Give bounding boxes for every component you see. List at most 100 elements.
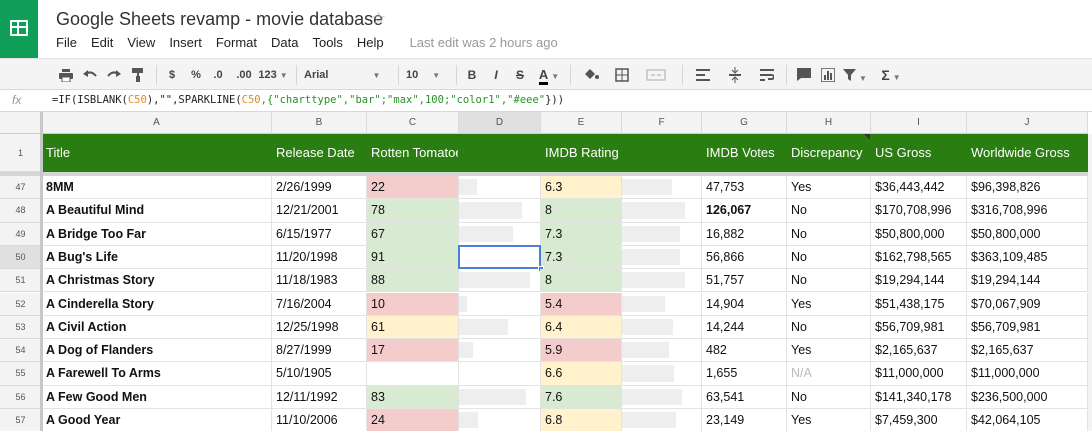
menu-edit[interactable]: Edit [91,35,113,50]
sheets-logo-icon[interactable] [0,0,38,58]
row-header[interactable]: 51 [0,269,42,293]
cell-imdb-votes[interactable]: 1,655 [702,362,787,386]
cell-imdb-rating[interactable]: 7.6 [541,385,622,409]
cell-rt-sparkline[interactable] [459,292,541,316]
note-indicator-icon[interactable] [864,134,870,140]
cell-rt-sparkline[interactable] [459,385,541,409]
paint-format-icon[interactable] [128,59,148,91]
cell-title[interactable]: A Dog of Flanders [42,339,272,363]
cell-release-date[interactable]: 11/10/2006 [272,409,367,431]
cell-title[interactable]: A Cinderella Story [42,292,272,316]
cell-worldwide-gross[interactable]: $70,067,909 [967,292,1088,316]
select-all-corner[interactable] [0,112,42,134]
cell-rotten-tomatoes-rating[interactable]: 67 [367,222,459,246]
cell-imdb-sparkline[interactable] [622,339,702,363]
header-cell[interactable]: IMDB Votes [702,134,787,172]
cell-worldwide-gross[interactable]: $96,398,826 [967,176,1088,200]
cell-rt-sparkline[interactable] [459,269,541,293]
cell-imdb-sparkline[interactable] [622,245,702,270]
cell-rt-sparkline[interactable] [459,199,541,223]
cell-imdb-rating[interactable]: 5.9 [541,339,622,363]
undo-icon[interactable] [80,59,100,91]
cell-rotten-tomatoes-rating[interactable]: 24 [367,409,459,431]
text-wrap-icon[interactable] [756,59,778,91]
cell-rotten-tomatoes-rating[interactable]: 78 [367,199,459,223]
cell-release-date[interactable]: 12/21/2001 [272,199,367,223]
cell-imdb-sparkline[interactable] [622,362,702,386]
cell-worldwide-gross[interactable]: $19,294,144 [967,269,1088,293]
cell-discrepancy[interactable]: No [787,315,871,340]
insert-comment-icon[interactable] [794,59,814,91]
percent-format-button[interactable]: % [188,59,204,91]
column-header-d[interactable]: D [459,112,541,134]
row-header[interactable]: 49 [0,222,42,246]
filter-icon[interactable]: ▼ [842,59,868,91]
cell-us-gross[interactable]: $51,438,175 [871,292,967,316]
cell-imdb-votes[interactable]: 126,067 [702,199,787,223]
vertical-align-icon[interactable] [724,59,746,91]
column-header-i[interactable]: I [871,112,967,134]
print-icon[interactable] [56,59,76,91]
menu-data[interactable]: Data [271,35,298,50]
cell-title[interactable]: 8MM [42,176,272,200]
menu-format[interactable]: Format [216,35,257,50]
cell-discrepancy[interactable]: No [787,385,871,409]
increase-decimal-button[interactable]: .00 [232,59,256,91]
cell-us-gross[interactable]: $170,708,996 [871,199,967,223]
cell-imdb-rating[interactable]: 7.3 [541,245,622,270]
cell-worldwide-gross[interactable]: $50,800,000 [967,222,1088,246]
cell-imdb-votes[interactable]: 23,149 [702,409,787,431]
cell-rt-sparkline[interactable] [459,176,541,200]
menu-help[interactable]: Help [357,35,384,50]
cell-title[interactable]: A Farewell To Arms [42,362,272,386]
cell-discrepancy[interactable]: Yes [787,409,871,431]
cell-rt-sparkline[interactable] [459,222,541,246]
strikethrough-button[interactable]: S [512,59,528,91]
cell-us-gross[interactable]: $162,798,565 [871,245,967,270]
cell-imdb-rating[interactable]: 7.3 [541,222,622,246]
column-header-j[interactable]: J [967,112,1088,134]
cell-imdb-sparkline[interactable] [622,222,702,246]
redo-icon[interactable] [104,59,124,91]
column-header-f[interactable]: F [622,112,702,134]
column-header-a[interactable]: A [42,112,272,134]
column-header-b[interactable]: B [272,112,367,134]
header-cell[interactable]: Release Date [272,134,367,172]
font-size-dropdown[interactable]: 10 ▼ [406,59,450,91]
cell-discrepancy[interactable]: No [787,245,871,270]
cell-imdb-votes[interactable]: 47,753 [702,176,787,200]
row-header[interactable]: 47 [0,176,42,200]
cell-us-gross[interactable]: $36,443,442 [871,176,967,200]
cell-discrepancy[interactable]: No [787,199,871,223]
cell-rotten-tomatoes-rating[interactable]: 17 [367,339,459,363]
functions-dropdown[interactable]: Σ ▼ [876,59,906,91]
borders-icon[interactable] [612,59,632,91]
cell-rotten-tomatoes-rating[interactable]: 22 [367,176,459,200]
row-header[interactable]: 56 [0,385,42,409]
cell-imdb-rating[interactable]: 8 [541,199,622,223]
cell-release-date[interactable]: 11/20/1998 [272,245,367,270]
header-cell[interactable]: Worldwide Gross [967,134,1088,172]
header-cell[interactable]: Rotten Tomatoes Rating [367,134,459,172]
menu-file[interactable]: File [56,35,77,50]
header-cell[interactable] [622,134,702,172]
cell-us-gross[interactable]: $56,709,981 [871,315,967,340]
cell-imdb-votes[interactable]: 14,904 [702,292,787,316]
cell-imdb-votes[interactable]: 63,541 [702,385,787,409]
cell-worldwide-gross[interactable]: $236,500,000 [967,385,1088,409]
cell-discrepancy[interactable]: Yes [787,176,871,200]
cell-title[interactable]: A Beautiful Mind [42,199,272,223]
cell-discrepancy[interactable]: N/A [787,362,871,386]
cell-rotten-tomatoes-rating[interactable] [367,362,459,386]
merge-cells-icon[interactable] [642,59,670,91]
row-header[interactable]: 54 [0,339,42,363]
cell-release-date[interactable]: 8/27/1999 [272,339,367,363]
column-header-g[interactable]: G [702,112,787,134]
cell-worldwide-gross[interactable]: $2,165,637 [967,339,1088,363]
cell-title[interactable]: A Civil Action [42,315,272,340]
cell-imdb-sparkline[interactable] [622,269,702,293]
cell-imdb-rating[interactable]: 8 [541,269,622,293]
cell-imdb-rating[interactable]: 6.8 [541,409,622,431]
cell-imdb-votes[interactable]: 51,757 [702,269,787,293]
font-family-dropdown[interactable]: Arial ▼ [304,59,388,91]
